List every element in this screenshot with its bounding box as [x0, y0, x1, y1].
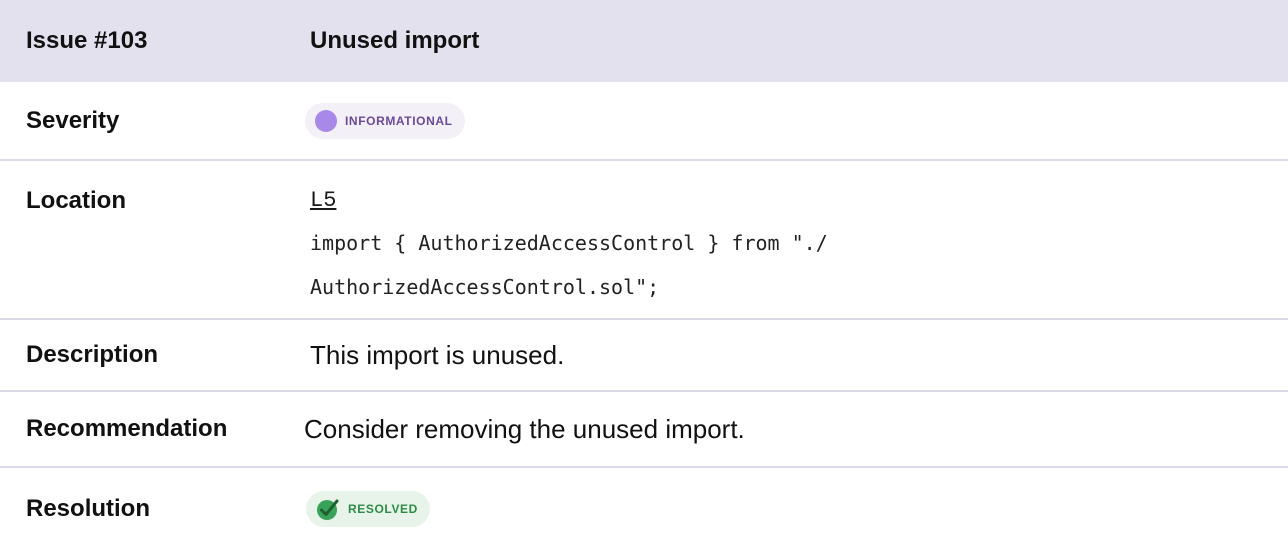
- resolution-badge-text: RESOLVED: [348, 501, 418, 516]
- location-row: Location L5 import { AuthorizedAccessCon…: [0, 161, 1288, 320]
- recommendation-label: Recommendation: [26, 415, 228, 442]
- issue-title: Unused import: [310, 27, 480, 54]
- description-row: Description This import is unused.: [0, 320, 1288, 392]
- resolution-value: RESOLVED: [280, 490, 1288, 528]
- severity-badge: INFORMATIONAL: [305, 102, 465, 139]
- severity-badge-text: INFORMATIONAL: [345, 113, 453, 128]
- description-label: Description: [26, 341, 159, 368]
- issue-number: Issue #103: [26, 27, 148, 54]
- check-circle-icon: [316, 497, 340, 521]
- location-code-line-1: import { AuthorizedAccessControl } from …: [310, 231, 828, 255]
- issue-table: Issue #103 Unused import Severity INFORM…: [0, 0, 1288, 550]
- recommendation-row: Recommendation Consider removing the unu…: [0, 392, 1288, 468]
- location-code-line-2: AuthorizedAccessControl.sol";: [310, 275, 660, 299]
- location-label: Location: [26, 187, 126, 214]
- severity-label: Severity: [26, 106, 120, 134]
- severity-dot-icon: [315, 109, 337, 132]
- resolution-label: Resolution: [26, 495, 150, 522]
- description-text: This import is unused.: [310, 339, 565, 370]
- recommendation-text: Consider removing the unused import.: [304, 413, 745, 444]
- resolution-badge: RESOLVED: [306, 490, 430, 527]
- resolution-row: Resolution RESOLVED: [0, 468, 1288, 550]
- severity-value: INFORMATIONAL: [280, 102, 1288, 139]
- severity-row: Severity INFORMATIONAL: [0, 82, 1288, 161]
- location-value: L5 import { AuthorizedAccessControl } fr…: [280, 187, 1288, 309]
- issue-header-row: Issue #103 Unused import: [0, 0, 1288, 82]
